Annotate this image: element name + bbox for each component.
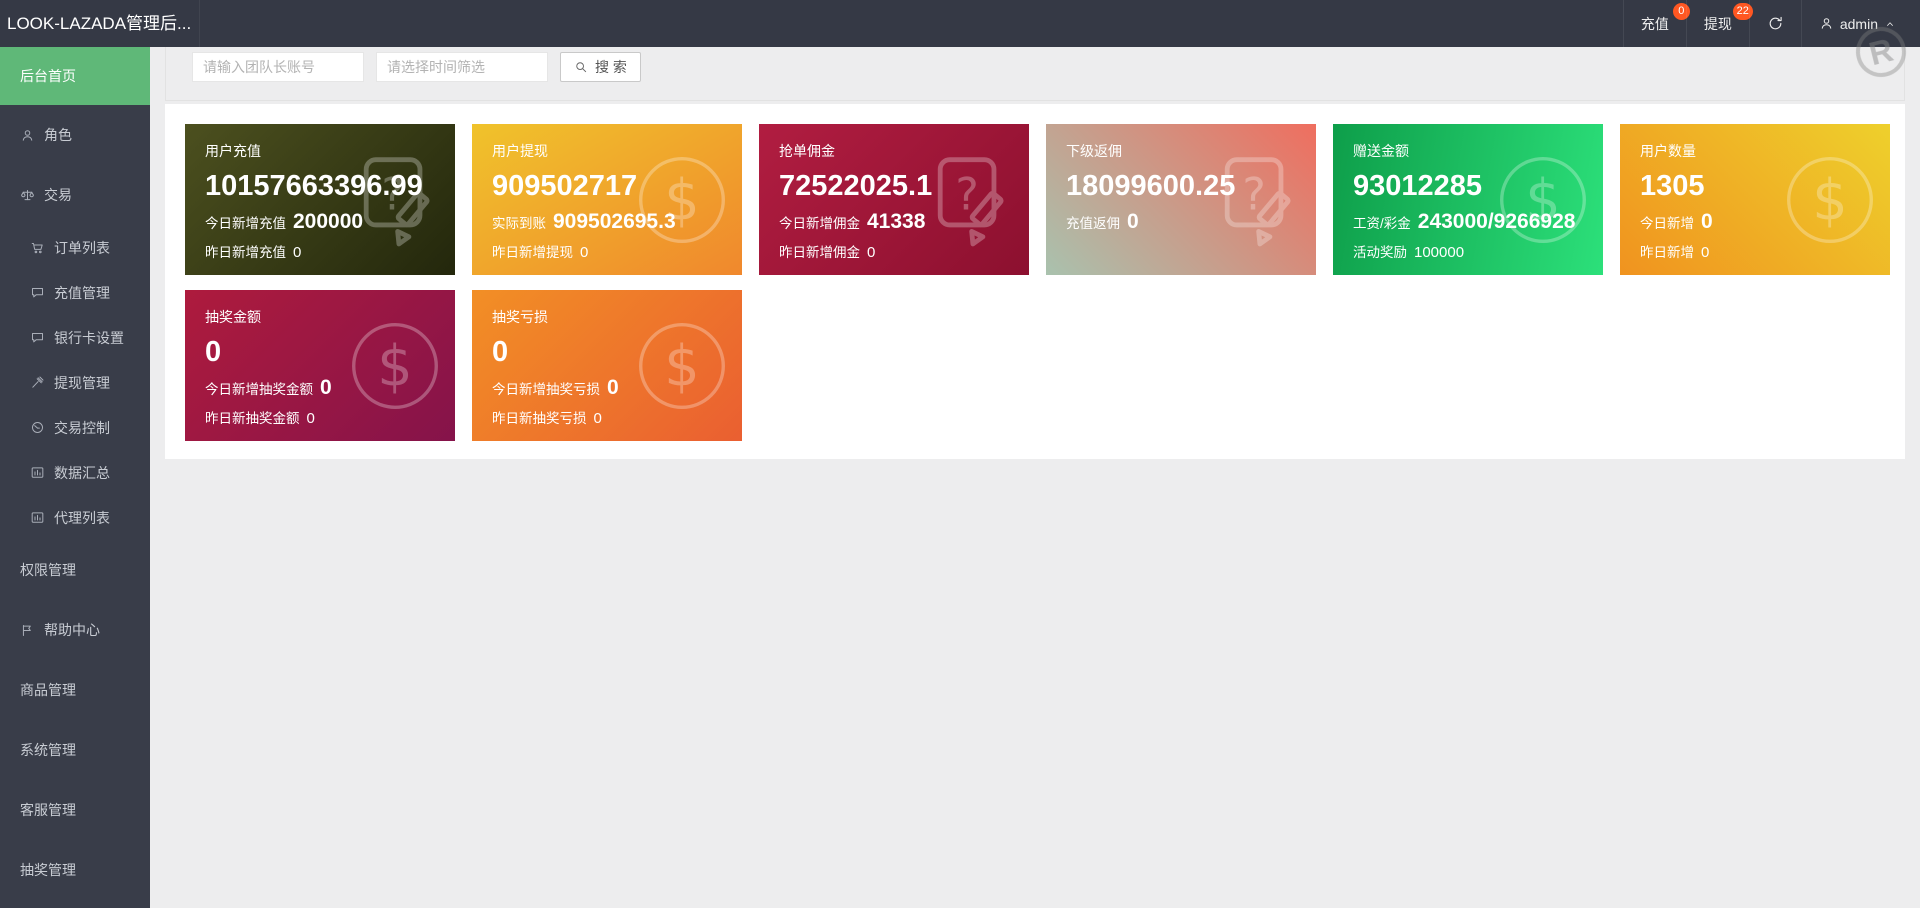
sidebar-item-role[interactable]: 角色 bbox=[0, 105, 150, 165]
stat-card-user-withdraw: 用户提现 909502717 实际到账 909502695.3 昨日新增提现 0 bbox=[472, 124, 742, 275]
scale-icon bbox=[20, 188, 35, 203]
dollar-circle-icon bbox=[634, 318, 730, 414]
user-menu[interactable]: admin bbox=[1800, 0, 1920, 47]
sidebar-item-system-management[interactable]: 系统管理 bbox=[0, 720, 150, 780]
cart-icon bbox=[30, 240, 45, 255]
dollar-circle-icon bbox=[634, 152, 730, 248]
stat-card-lottery-loss: 抽奖亏损 0 今日新增抽奖亏损 0 昨日新抽奖亏损 0 bbox=[472, 290, 742, 441]
stat-card-gift-amount: 赠送金额 93012285 工资/彩金 243000/9266928 活动奖励 10… bbox=[1333, 124, 1603, 275]
comment-icon bbox=[30, 330, 45, 345]
comment-icon bbox=[30, 285, 45, 300]
gavel-icon bbox=[30, 375, 45, 390]
sidebar-item-data-summary[interactable]: 数据汇总 bbox=[0, 450, 150, 495]
main-content: 条件搜索 搜 索 用户充值 10157663396.99 今日新增充值20000… bbox=[150, 0, 1920, 459]
sidebar-item-home[interactable]: 后台首页 bbox=[0, 47, 150, 105]
gauge-icon bbox=[30, 420, 45, 435]
username: admin bbox=[1839, 15, 1878, 32]
chevron-up-icon bbox=[1884, 18, 1896, 30]
sidebar-item-permission-management[interactable]: 权限管理 bbox=[0, 540, 150, 600]
dollar-circle-icon bbox=[1782, 152, 1878, 248]
stat-card-subordinate-rebate: 下级返佣 18099600.25 充值返佣 0 bbox=[1046, 124, 1316, 275]
withdraw-nav-button[interactable]: 提现 22 bbox=[1685, 0, 1753, 47]
question-edit-icon bbox=[921, 152, 1017, 248]
bar-chart-icon bbox=[30, 465, 45, 480]
search-icon bbox=[574, 60, 588, 74]
withdraw-label: 提现 bbox=[1703, 15, 1732, 32]
flag-icon bbox=[20, 623, 35, 638]
team-leader-account-input[interactable] bbox=[192, 52, 364, 82]
sidebar-item-trade-control[interactable]: 交易控制 bbox=[0, 405, 150, 450]
user-icon bbox=[1819, 16, 1834, 31]
stat-card-order-commission: 抢单佣金 72522025.1 今日新增佣金 41338 昨日新增佣金 0 bbox=[759, 124, 1029, 275]
sidebar-item-lottery-management[interactable]: 抽奖管理 bbox=[0, 840, 150, 900]
sidebar-item-order-list[interactable]: 订单列表 bbox=[0, 225, 150, 270]
dollar-circle-icon bbox=[1495, 152, 1591, 248]
sidebar-item-customer-service-management[interactable]: 客服管理 bbox=[0, 780, 150, 840]
stat-card-user-count: 用户数量 1305 今日新增 0 昨日新增 0 bbox=[1620, 124, 1890, 275]
refresh-icon bbox=[1767, 15, 1784, 32]
sidebar-item-agent-list[interactable]: 代理列表 bbox=[0, 495, 150, 540]
sidebar: 后台首页 角色 交易 订单列表 充值管理 银行卡设置 提现管理 交易控制 数据汇… bbox=[0, 47, 150, 908]
sidebar-item-withdraw-management[interactable]: 提现管理 bbox=[0, 360, 150, 405]
sidebar-item-trade[interactable]: 交易 bbox=[0, 165, 150, 225]
bar-chart-icon bbox=[30, 510, 45, 525]
stats-grid: 用户充值 10157663396.99 今日新增充值 200000 昨日新增充值 0… bbox=[185, 124, 1890, 441]
sidebar-item-help-center[interactable]: 帮助中心 bbox=[0, 600, 150, 660]
sidebar-item-goods-management[interactable]: 商品管理 bbox=[0, 660, 150, 720]
recharge-nav-button[interactable]: 充值 0 bbox=[1622, 0, 1690, 47]
search-button[interactable]: 搜 索 bbox=[560, 52, 641, 82]
sidebar-item-recharge-management[interactable]: 充值管理 bbox=[0, 270, 150, 315]
time-filter-input[interactable] bbox=[376, 52, 548, 82]
stat-card-user-recharge: 用户充值 10157663396.99 今日新增充值 200000 昨日新增充值 0 bbox=[185, 124, 455, 275]
dollar-circle-icon bbox=[347, 318, 443, 414]
stat-card-lottery-amount: 抽奖金额 0 今日新增抽奖金额 0 昨日新抽奖金额 0 bbox=[185, 290, 455, 441]
refresh-button[interactable] bbox=[1748, 0, 1801, 47]
top-navbar: LOOK-LAZADA管理后... 充值 0 提现 22 admin bbox=[0, 0, 1920, 47]
person-icon bbox=[20, 128, 35, 143]
question-edit-icon bbox=[1208, 152, 1304, 248]
recharge-label: 充值 bbox=[1640, 15, 1669, 32]
app-title: LOOK-LAZADA管理后... bbox=[0, 0, 200, 47]
navbar-actions: 充值 0 提现 22 admin bbox=[1622, 0, 1920, 47]
sidebar-item-bank-card-settings[interactable]: 银行卡设置 bbox=[0, 315, 150, 360]
question-edit-icon bbox=[347, 152, 443, 248]
stats-panel: 用户充值 10157663396.99 今日新增充值 200000 昨日新增充值 0… bbox=[165, 104, 1905, 459]
